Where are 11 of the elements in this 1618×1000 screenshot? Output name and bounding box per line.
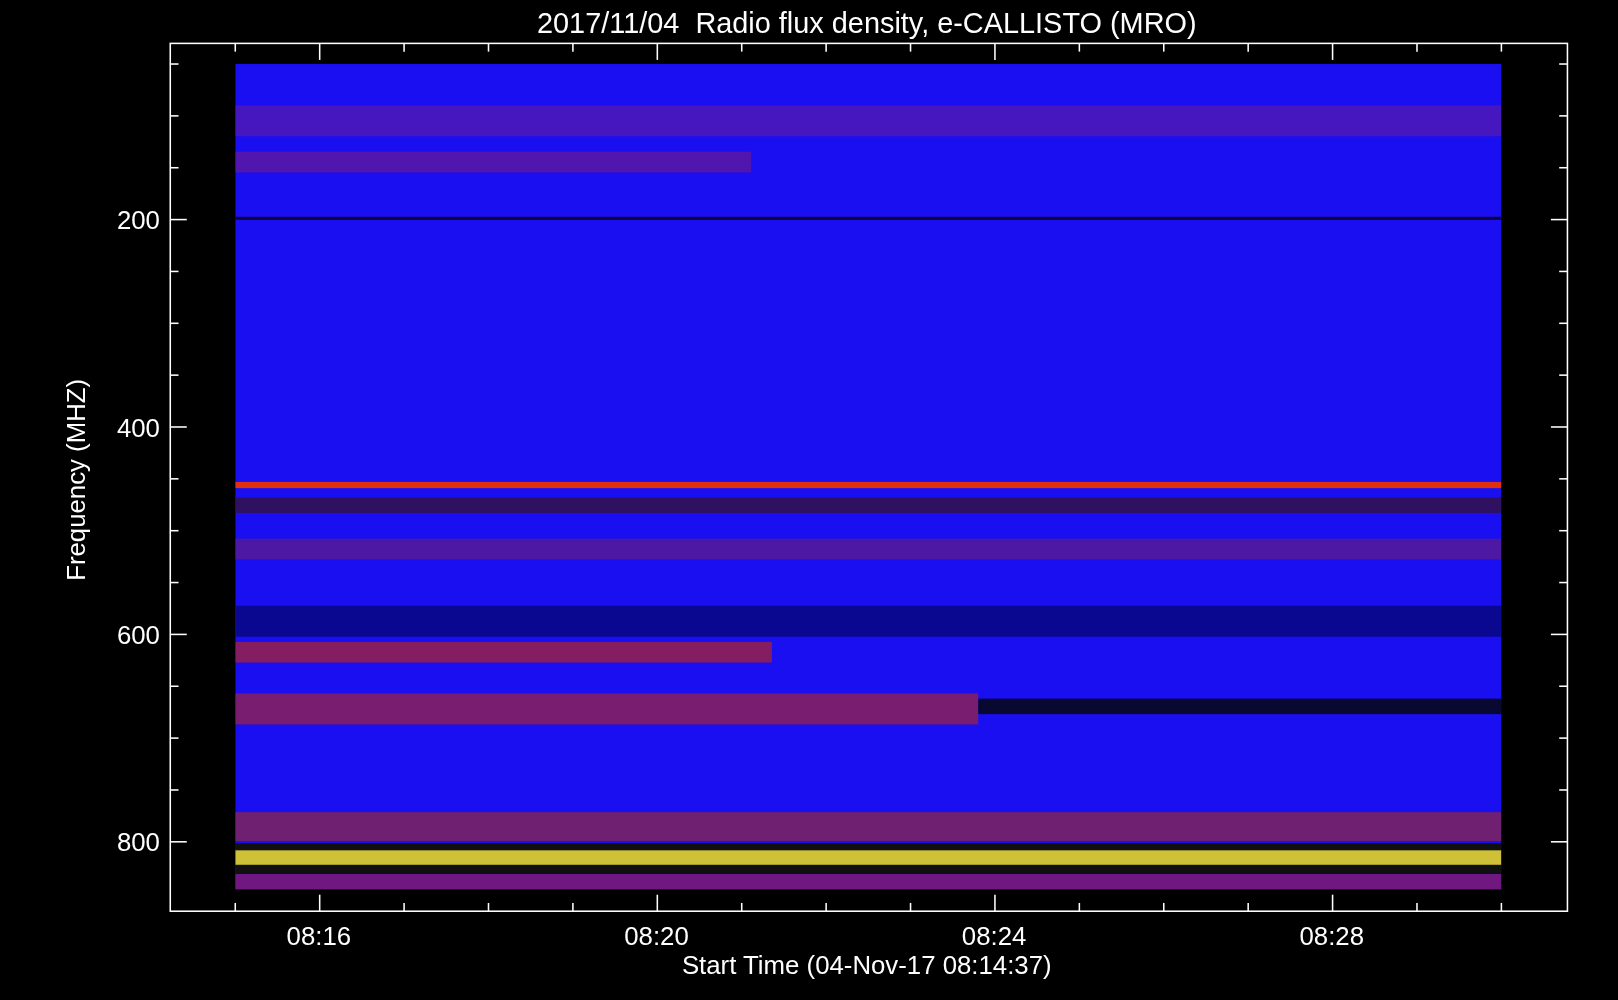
axis-title: Frequency (MHZ) [61, 378, 90, 581]
tick-label: 08:24 [961, 922, 1027, 951]
tick-label: 400 [116, 413, 160, 442]
tick-label: 800 [116, 828, 160, 857]
tick-label: 08:28 [1299, 922, 1364, 951]
tick-label: 200 [116, 206, 160, 235]
chart-title: 2017/11/04 Radio flux density, e-CALLISTO (MRO) [536, 7, 1197, 40]
tick-label: 600 [116, 620, 160, 649]
axis-title: Start Time (04-Nov-17 08:14:37) [681, 951, 1052, 980]
tick-label: 08:16 [286, 922, 352, 951]
tick-label: 08:20 [624, 922, 689, 951]
